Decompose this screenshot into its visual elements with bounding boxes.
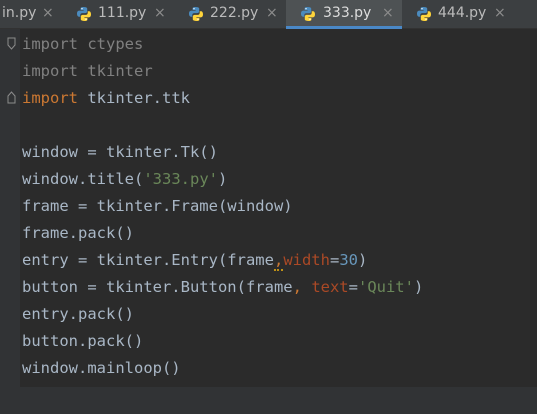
code-line-11: entry.pack() — [22, 305, 134, 323]
code-line-3: import tkinter.ttk — [22, 85, 190, 112]
editor-empty-area — [20, 387, 537, 414]
tab-close-icon[interactable]: × — [266, 5, 278, 21]
ide-window: in.py × 111.py × 222.py × 333.py × 444.p… — [0, 0, 537, 414]
import-keyword: import — [22, 62, 78, 80]
code-token: window.title( — [22, 170, 144, 188]
tab-444-py[interactable]: 444.py × — [402, 0, 514, 29]
module-name: tkinter — [78, 62, 153, 80]
code-line-10: button = tkinter.Button(frame, text='Qui… — [22, 274, 423, 301]
python-file-icon — [77, 7, 91, 21]
tab-label: 444.py — [438, 5, 487, 21]
code-line-5: window = tkinter.Tk() — [22, 143, 218, 161]
code-token: = — [348, 278, 358, 296]
string-literal: 'Quit' — [357, 278, 414, 296]
tab-222-py[interactable]: 222.py × — [174, 0, 286, 29]
import-keyword: import — [22, 89, 78, 107]
tab-close-icon[interactable]: × — [42, 5, 54, 21]
tab-label: 333.py — [323, 5, 372, 21]
code-token: ) — [217, 170, 228, 188]
tab-label: 222.py — [210, 5, 259, 21]
tab-label: 111.py — [98, 5, 147, 21]
fold-end-icon[interactable] — [7, 91, 16, 104]
import-keyword: import — [22, 35, 78, 53]
python-file-icon — [189, 7, 203, 21]
code-line-6: window.title('333.py') — [22, 166, 227, 193]
editor-gutter — [0, 29, 20, 414]
tab-close-icon[interactable]: × — [154, 5, 166, 21]
tab-111-py[interactable]: 111.py × — [62, 0, 174, 29]
editor-tab-bar: in.py × 111.py × 222.py × 333.py × 444.p… — [0, 0, 537, 29]
code-editor[interactable]: import ctypes import tkinter import tkin… — [20, 29, 537, 414]
number-literal: 30 — [339, 251, 358, 269]
pep8-warning-comma[interactable]: , — [273, 251, 284, 271]
python-file-icon — [417, 7, 431, 21]
module-name: tkinter.ttk — [78, 89, 190, 107]
code-token: = — [329, 251, 340, 269]
code-line-2: import tkinter — [22, 58, 153, 85]
tab-close-icon[interactable]: × — [382, 5, 394, 21]
code-token: entry = tkinter.Entry(frame — [22, 251, 274, 269]
code-line-13: window.mainloop() — [22, 359, 181, 377]
code-line-8: frame.pack() — [22, 224, 134, 242]
keyword-argument: text — [311, 278, 349, 296]
fold-start-icon[interactable] — [7, 37, 16, 50]
code-token: ) — [413, 278, 424, 296]
keyword-argument: width — [283, 251, 330, 269]
code-token: button = tkinter.Button(frame — [22, 278, 293, 296]
tab-in-py[interactable]: in.py × — [0, 0, 62, 29]
code-token: ) — [358, 251, 368, 269]
code-token: , — [292, 278, 302, 296]
code-line-1: import ctypes — [22, 31, 143, 58]
tab-close-icon[interactable]: × — [494, 5, 506, 21]
code-line-12: button.pack() — [22, 332, 144, 350]
code-line-9: entry = tkinter.Entry(frame,width=30) — [22, 247, 367, 274]
string-literal: '333.py' — [143, 170, 218, 188]
python-file-icon — [301, 7, 315, 21]
code-line-7: frame = tkinter.Frame(window) — [22, 197, 293, 215]
tab-label: in.py — [2, 5, 37, 21]
module-name: ctypes — [78, 35, 144, 53]
tab-333-py[interactable]: 333.py × — [286, 0, 402, 29]
